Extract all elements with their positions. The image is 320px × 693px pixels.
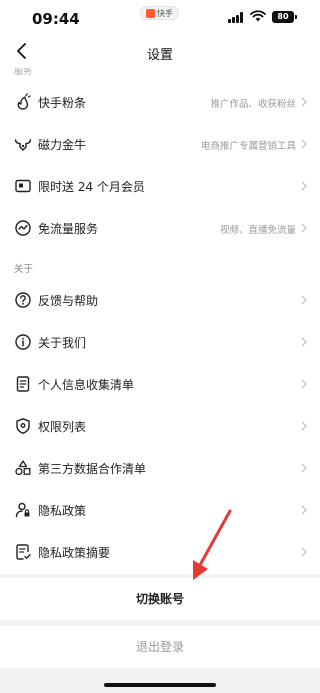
- app-pill[interactable]: 快手: [140, 6, 179, 20]
- settings-item-label: 免流量服务: [38, 222, 99, 236]
- settings-item-personal-info-list[interactable]: 个人信息收集清单: [0, 363, 320, 405]
- app-pill-label: 快手: [157, 8, 173, 18]
- shield-icon: [16, 418, 30, 434]
- settings-item-privacy-policy[interactable]: 隐私政策: [0, 489, 320, 531]
- kuaishou-logo-icon: [146, 8, 155, 18]
- settings-item-value: 视频、直播免流量: [219, 225, 296, 236]
- settings-item-feedback-help[interactable]: 反馈与帮助: [0, 279, 320, 321]
- settings-list: 服务 快手粉条 推广作品、收获粉丝 磁力金牛 电商推广专属营销工具 限时送 24…: [0, 68, 320, 574]
- section-header-about: 关于: [14, 264, 34, 275]
- settings-item-third-party-data[interactable]: 第三方数据合作清单: [0, 447, 320, 489]
- settings-item-label: 磁力金牛: [38, 138, 87, 152]
- document-check-icon: [16, 544, 31, 560]
- battery-icon: 80: [272, 11, 297, 23]
- logout-button[interactable]: 退出登录: [0, 626, 320, 668]
- settings-item-privacy-summary[interactable]: 隐私政策摘要: [0, 531, 320, 573]
- settings-item-label: 隐私政策摘要: [38, 546, 111, 560]
- settings-item-label: 反馈与帮助: [38, 294, 99, 308]
- settings-item-kuaishou-fentiao[interactable]: 快手粉条 推广作品、收获粉丝: [0, 81, 320, 123]
- status-bar: 09:44 快手 80: [0, 0, 320, 36]
- settings-item-label: 权限列表: [38, 420, 87, 434]
- wifi-icon: [250, 10, 266, 22]
- nav-bar: 设置: [0, 36, 320, 68]
- shapes-icon: [15, 460, 31, 476]
- document-icon: [16, 376, 30, 392]
- wallet-icon: [15, 179, 31, 193]
- settings-item-membership-offer[interactable]: 限时送 24 个月会员: [0, 165, 320, 207]
- chevron-right-icon: [301, 547, 307, 557]
- chevron-right-icon: [301, 337, 307, 347]
- settings-item-value: 电商推广专属营销工具: [200, 141, 296, 152]
- home-indicator: [104, 683, 216, 687]
- settings-item-label: 快手粉条: [38, 96, 87, 110]
- settings-item-permissions[interactable]: 权限列表: [0, 405, 320, 447]
- chevron-right-icon: [301, 505, 307, 515]
- settings-item-label: 隐私政策: [38, 504, 87, 518]
- signal-icon: [228, 12, 243, 23]
- settings-item-label: 限时送 24 个月会员: [38, 180, 145, 194]
- settings-item-about-us[interactable]: 关于我们: [0, 321, 320, 363]
- chevron-right-icon: [301, 463, 307, 473]
- settings-item-free-data[interactable]: 免流量服务 视频、直播免流量: [0, 207, 320, 249]
- chevron-right-icon: [301, 223, 307, 233]
- settings-item-label: 第三方数据合作清单: [38, 462, 147, 476]
- speed-icon: [15, 220, 31, 236]
- chevron-right-icon: [301, 139, 307, 149]
- fire-sprout-icon: [17, 93, 31, 110]
- chevron-right-icon: [301, 181, 307, 191]
- settings-item-label: 个人信息收集清单: [38, 378, 135, 392]
- bull-icon: [14, 139, 32, 151]
- info-icon: [15, 334, 31, 350]
- status-time: 09:44: [32, 10, 80, 28]
- settings-item-cili-jinniu[interactable]: 磁力金牛 电商推广专属营销工具: [0, 123, 320, 165]
- chevron-right-icon: [301, 379, 307, 389]
- person-lock-icon: [15, 502, 30, 518]
- settings-item-label: 关于我们: [38, 336, 87, 350]
- help-icon: [15, 292, 31, 308]
- page-title: 设置: [146, 48, 173, 63]
- section-header-services: 服务: [14, 68, 33, 77]
- chevron-right-icon: [301, 97, 307, 107]
- settings-item-value: 推广作品、收获粉丝: [210, 99, 296, 110]
- chevron-right-icon: [301, 295, 307, 305]
- switch-account-button[interactable]: 切换账号: [0, 578, 320, 620]
- chevron-right-icon: [301, 421, 307, 431]
